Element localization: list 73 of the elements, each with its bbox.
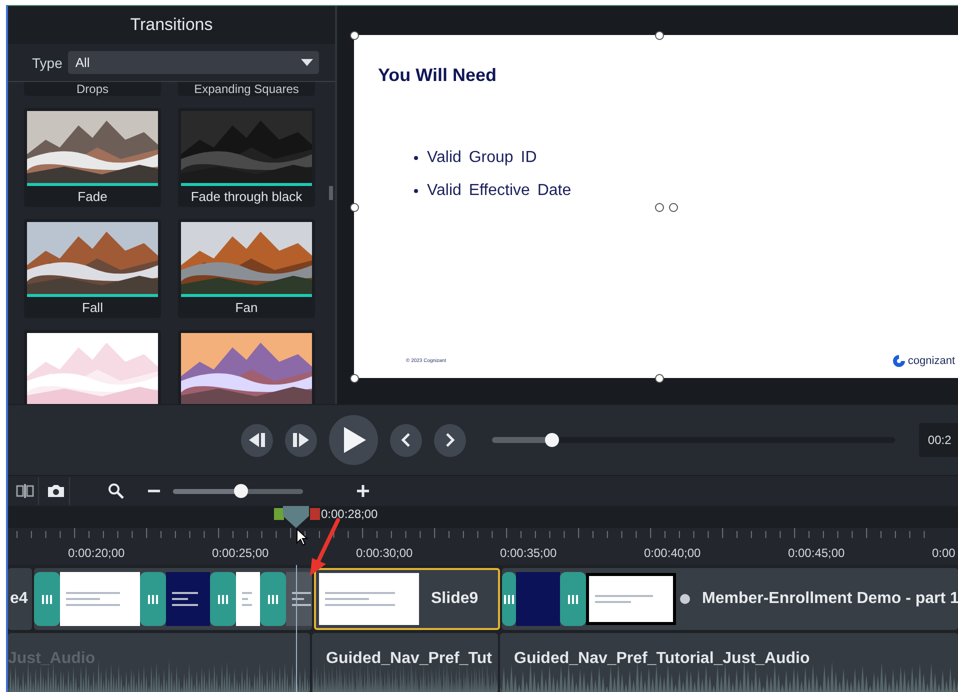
mouse-cursor-icon — [296, 528, 308, 546]
video-clip[interactable]: Slide9 — [314, 568, 500, 630]
video-clip[interactable]: e4 — [8, 568, 32, 630]
effect-icon — [680, 594, 690, 604]
slider-thumb[interactable] — [234, 484, 248, 498]
chevron-right-icon — [444, 433, 455, 447]
chevron-left-icon — [400, 433, 411, 447]
resize-handle[interactable] — [350, 203, 359, 212]
transition-handle — [34, 572, 60, 626]
slider-thumb[interactable] — [545, 433, 560, 447]
transition-tile[interactable]: Fade through black — [178, 108, 315, 207]
slide-thumbnail — [236, 572, 260, 626]
time-label: 0:00:20;00 — [68, 546, 125, 560]
panel-title: Transitions — [8, 6, 335, 44]
slide-title: You Will Need — [378, 65, 497, 86]
next-button[interactable] — [434, 424, 466, 456]
slide-thumbnail — [516, 572, 560, 626]
annotation-arrow — [308, 518, 342, 578]
transition-handle — [260, 572, 286, 626]
transition-tile[interactable]: Drops — [24, 82, 161, 96]
resize-handle[interactable] — [350, 31, 359, 40]
transition-tile[interactable]: Fade — [24, 108, 161, 207]
transition-handle — [210, 572, 236, 626]
time-label: 0:00:25;00 — [212, 546, 269, 560]
step-forward-button[interactable] — [285, 424, 318, 456]
in-point-handle[interactable] — [274, 508, 284, 520]
clip-label: e4 — [10, 590, 28, 608]
time-label: 0:00:45;00 — [788, 546, 845, 560]
time-display: 00:2 — [918, 423, 958, 457]
previous-button[interactable] — [390, 424, 422, 456]
time-label: 0:00 — [932, 546, 956, 560]
caret-icon — [301, 59, 313, 66]
clip-label: Slide9 — [431, 590, 478, 608]
audio-clip[interactable]: Guided_Nav_Pref_Tutorial_Just_Audio — [500, 633, 958, 692]
play-button[interactable] — [329, 415, 378, 465]
transition-tile[interactable]: Fall — [24, 219, 161, 318]
transition-tile[interactable]: Expanding Squares — [178, 82, 315, 96]
transition-handle — [502, 572, 516, 626]
step-back-button[interactable] — [241, 424, 274, 456]
slide-thumbnail — [166, 572, 210, 626]
resize-handle[interactable] — [655, 203, 664, 212]
bullet-text: Valid Effective Date — [427, 182, 572, 200]
video-clip[interactable] — [34, 568, 312, 630]
playhead-time: 0:00:28;00 — [321, 507, 378, 521]
out-point-handle[interactable] — [310, 508, 320, 520]
transition-handle — [560, 572, 586, 626]
logo-icon — [892, 354, 906, 368]
search-icon[interactable] — [108, 483, 124, 499]
rotate-handle[interactable] — [669, 203, 678, 212]
play-icon — [344, 427, 366, 453]
resize-handle[interactable] — [655, 31, 664, 40]
slide-thumbnail — [286, 572, 312, 626]
audio-clip[interactable]: Guided_Nav_Pref_Tut — [312, 633, 498, 692]
scrollbar[interactable] — [329, 186, 333, 200]
zoom-out-icon[interactable] — [148, 489, 160, 493]
step-back-icon — [249, 433, 266, 447]
clip-label: Guided_Nav_Pref_Tutorial_Just_Audio — [514, 650, 810, 668]
resize-handle[interactable] — [655, 374, 664, 383]
resize-handle[interactable] — [350, 374, 359, 383]
transition-tile[interactable]: Fan — [178, 219, 315, 318]
logo-text: cognizant — [908, 355, 955, 367]
type-dropdown[interactable]: All — [68, 51, 319, 74]
time-label: 0:00:35;00 — [500, 546, 557, 560]
bullet-icon — [414, 156, 418, 160]
type-label: Type — [32, 54, 62, 70]
transition-handle — [140, 572, 166, 626]
clip-label: Guided_Nav_Pref_Tut — [326, 650, 492, 668]
time-label: 0:00:40;00 — [644, 546, 701, 560]
step-forward-icon — [293, 433, 310, 447]
time-label: 0:00:30;00 — [356, 546, 413, 560]
bullet-icon — [414, 189, 418, 193]
bullet-text: Valid Group ID — [427, 149, 537, 167]
zoom-in-icon[interactable] — [357, 485, 369, 497]
